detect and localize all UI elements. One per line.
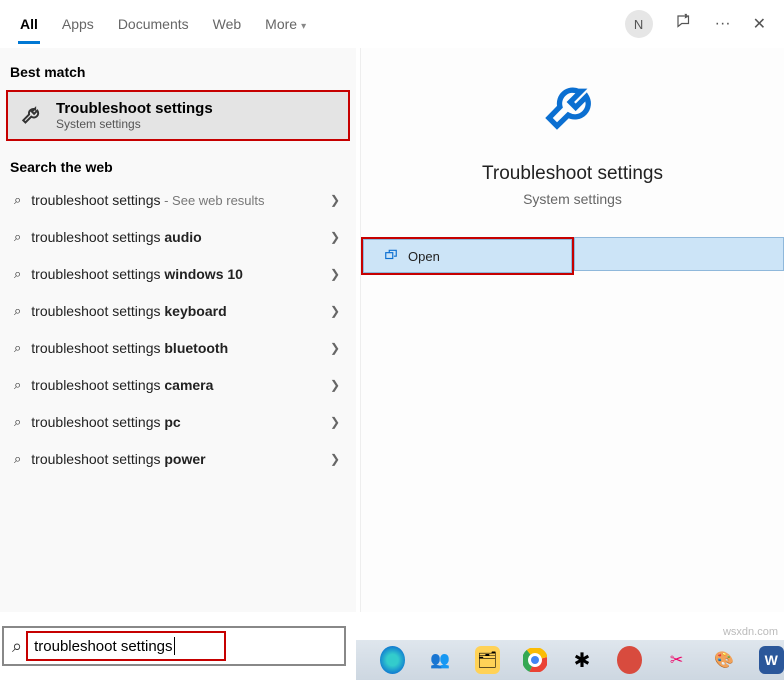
search-icon: ⌕ bbox=[14, 377, 21, 393]
explorer-icon[interactable]: 🗂 bbox=[475, 646, 500, 674]
snip-icon[interactable]: ✂ bbox=[664, 646, 689, 674]
web-result[interactable]: ⌕ troubleshoot settings pc ❯ bbox=[0, 403, 356, 440]
detail-panel: Troubleshoot settings System settings Op… bbox=[360, 48, 784, 612]
paint-icon[interactable]: 🎨 bbox=[711, 646, 736, 674]
web-result[interactable]: ⌕ troubleshoot settings bluetooth ❯ bbox=[0, 329, 356, 366]
chevron-right-icon: ❯ bbox=[330, 267, 340, 281]
search-icon: ⌕ bbox=[14, 229, 21, 245]
slack-icon[interactable]: ✱ bbox=[569, 646, 594, 674]
search-icon: ⌕ bbox=[14, 340, 21, 356]
tab-all[interactable]: All bbox=[8, 4, 50, 44]
search-box[interactable]: ⌕ troubleshoot settings bbox=[2, 626, 346, 666]
section-best-match: Best match bbox=[0, 52, 356, 86]
wrench-icon bbox=[18, 101, 48, 131]
web-result[interactable]: ⌕ troubleshoot settings keyboard ❯ bbox=[0, 292, 356, 329]
web-result[interactable]: ⌕ troubleshoot settings power ❯ bbox=[0, 440, 356, 477]
word-icon[interactable]: W bbox=[759, 646, 784, 674]
web-result[interactable]: ⌕ troubleshoot settings - See web result… bbox=[0, 181, 356, 218]
chevron-right-icon: ❯ bbox=[330, 230, 340, 244]
search-icon: ⌕ bbox=[14, 451, 21, 467]
search-icon: ⌕ bbox=[14, 266, 21, 282]
chevron-right-icon: ❯ bbox=[330, 304, 340, 318]
results-panel: Best match Troubleshoot settings System … bbox=[0, 48, 356, 612]
search-icon: ⌕ bbox=[14, 414, 21, 430]
teams-icon[interactable]: 👥 bbox=[427, 646, 452, 674]
search-icon: ⌕ bbox=[12, 636, 22, 657]
detail-subtitle: System settings bbox=[361, 191, 784, 207]
edge-icon[interactable] bbox=[380, 646, 405, 674]
open-button[interactable]: Open bbox=[363, 239, 572, 273]
chevron-right-icon: ❯ bbox=[330, 452, 340, 466]
avatar[interactable]: N bbox=[625, 10, 653, 38]
action-blank[interactable] bbox=[574, 237, 784, 271]
tab-web[interactable]: Web bbox=[201, 4, 254, 44]
taskbar: 👥 🗂 ✱ ✂ 🎨 W bbox=[356, 640, 784, 680]
chevron-right-icon: ❯ bbox=[330, 341, 340, 355]
search-icon: ⌕ bbox=[14, 192, 21, 208]
app-icon[interactable] bbox=[617, 646, 642, 674]
search-icon: ⌕ bbox=[14, 303, 21, 319]
best-match-subtitle: System settings bbox=[56, 117, 213, 131]
chevron-right-icon: ❯ bbox=[330, 415, 340, 429]
best-match-result[interactable]: Troubleshoot settings System settings bbox=[6, 90, 350, 141]
web-result[interactable]: ⌕ troubleshoot settings audio ❯ bbox=[0, 218, 356, 255]
chevron-right-icon: ❯ bbox=[330, 378, 340, 392]
detail-title: Troubleshoot settings bbox=[361, 163, 784, 185]
open-icon bbox=[384, 248, 398, 265]
close-icon[interactable]: ✕ bbox=[753, 14, 766, 34]
section-search-web: Search the web bbox=[0, 147, 356, 181]
feedback-icon[interactable] bbox=[675, 13, 693, 36]
tab-apps[interactable]: Apps bbox=[50, 4, 106, 44]
search-input[interactable]: troubleshoot settings bbox=[34, 638, 172, 655]
chrome-icon[interactable] bbox=[522, 646, 547, 674]
best-match-title: Troubleshoot settings bbox=[56, 100, 213, 117]
web-result[interactable]: ⌕ troubleshoot settings windows 10 ❯ bbox=[0, 255, 356, 292]
tab-more[interactable]: More▾ bbox=[253, 4, 318, 44]
web-result[interactable]: ⌕ troubleshoot settings camera ❯ bbox=[0, 366, 356, 403]
wrench-icon bbox=[361, 78, 784, 145]
more-icon[interactable]: ··· bbox=[715, 15, 731, 33]
chevron-right-icon: ❯ bbox=[330, 193, 340, 207]
tab-documents[interactable]: Documents bbox=[106, 4, 201, 44]
